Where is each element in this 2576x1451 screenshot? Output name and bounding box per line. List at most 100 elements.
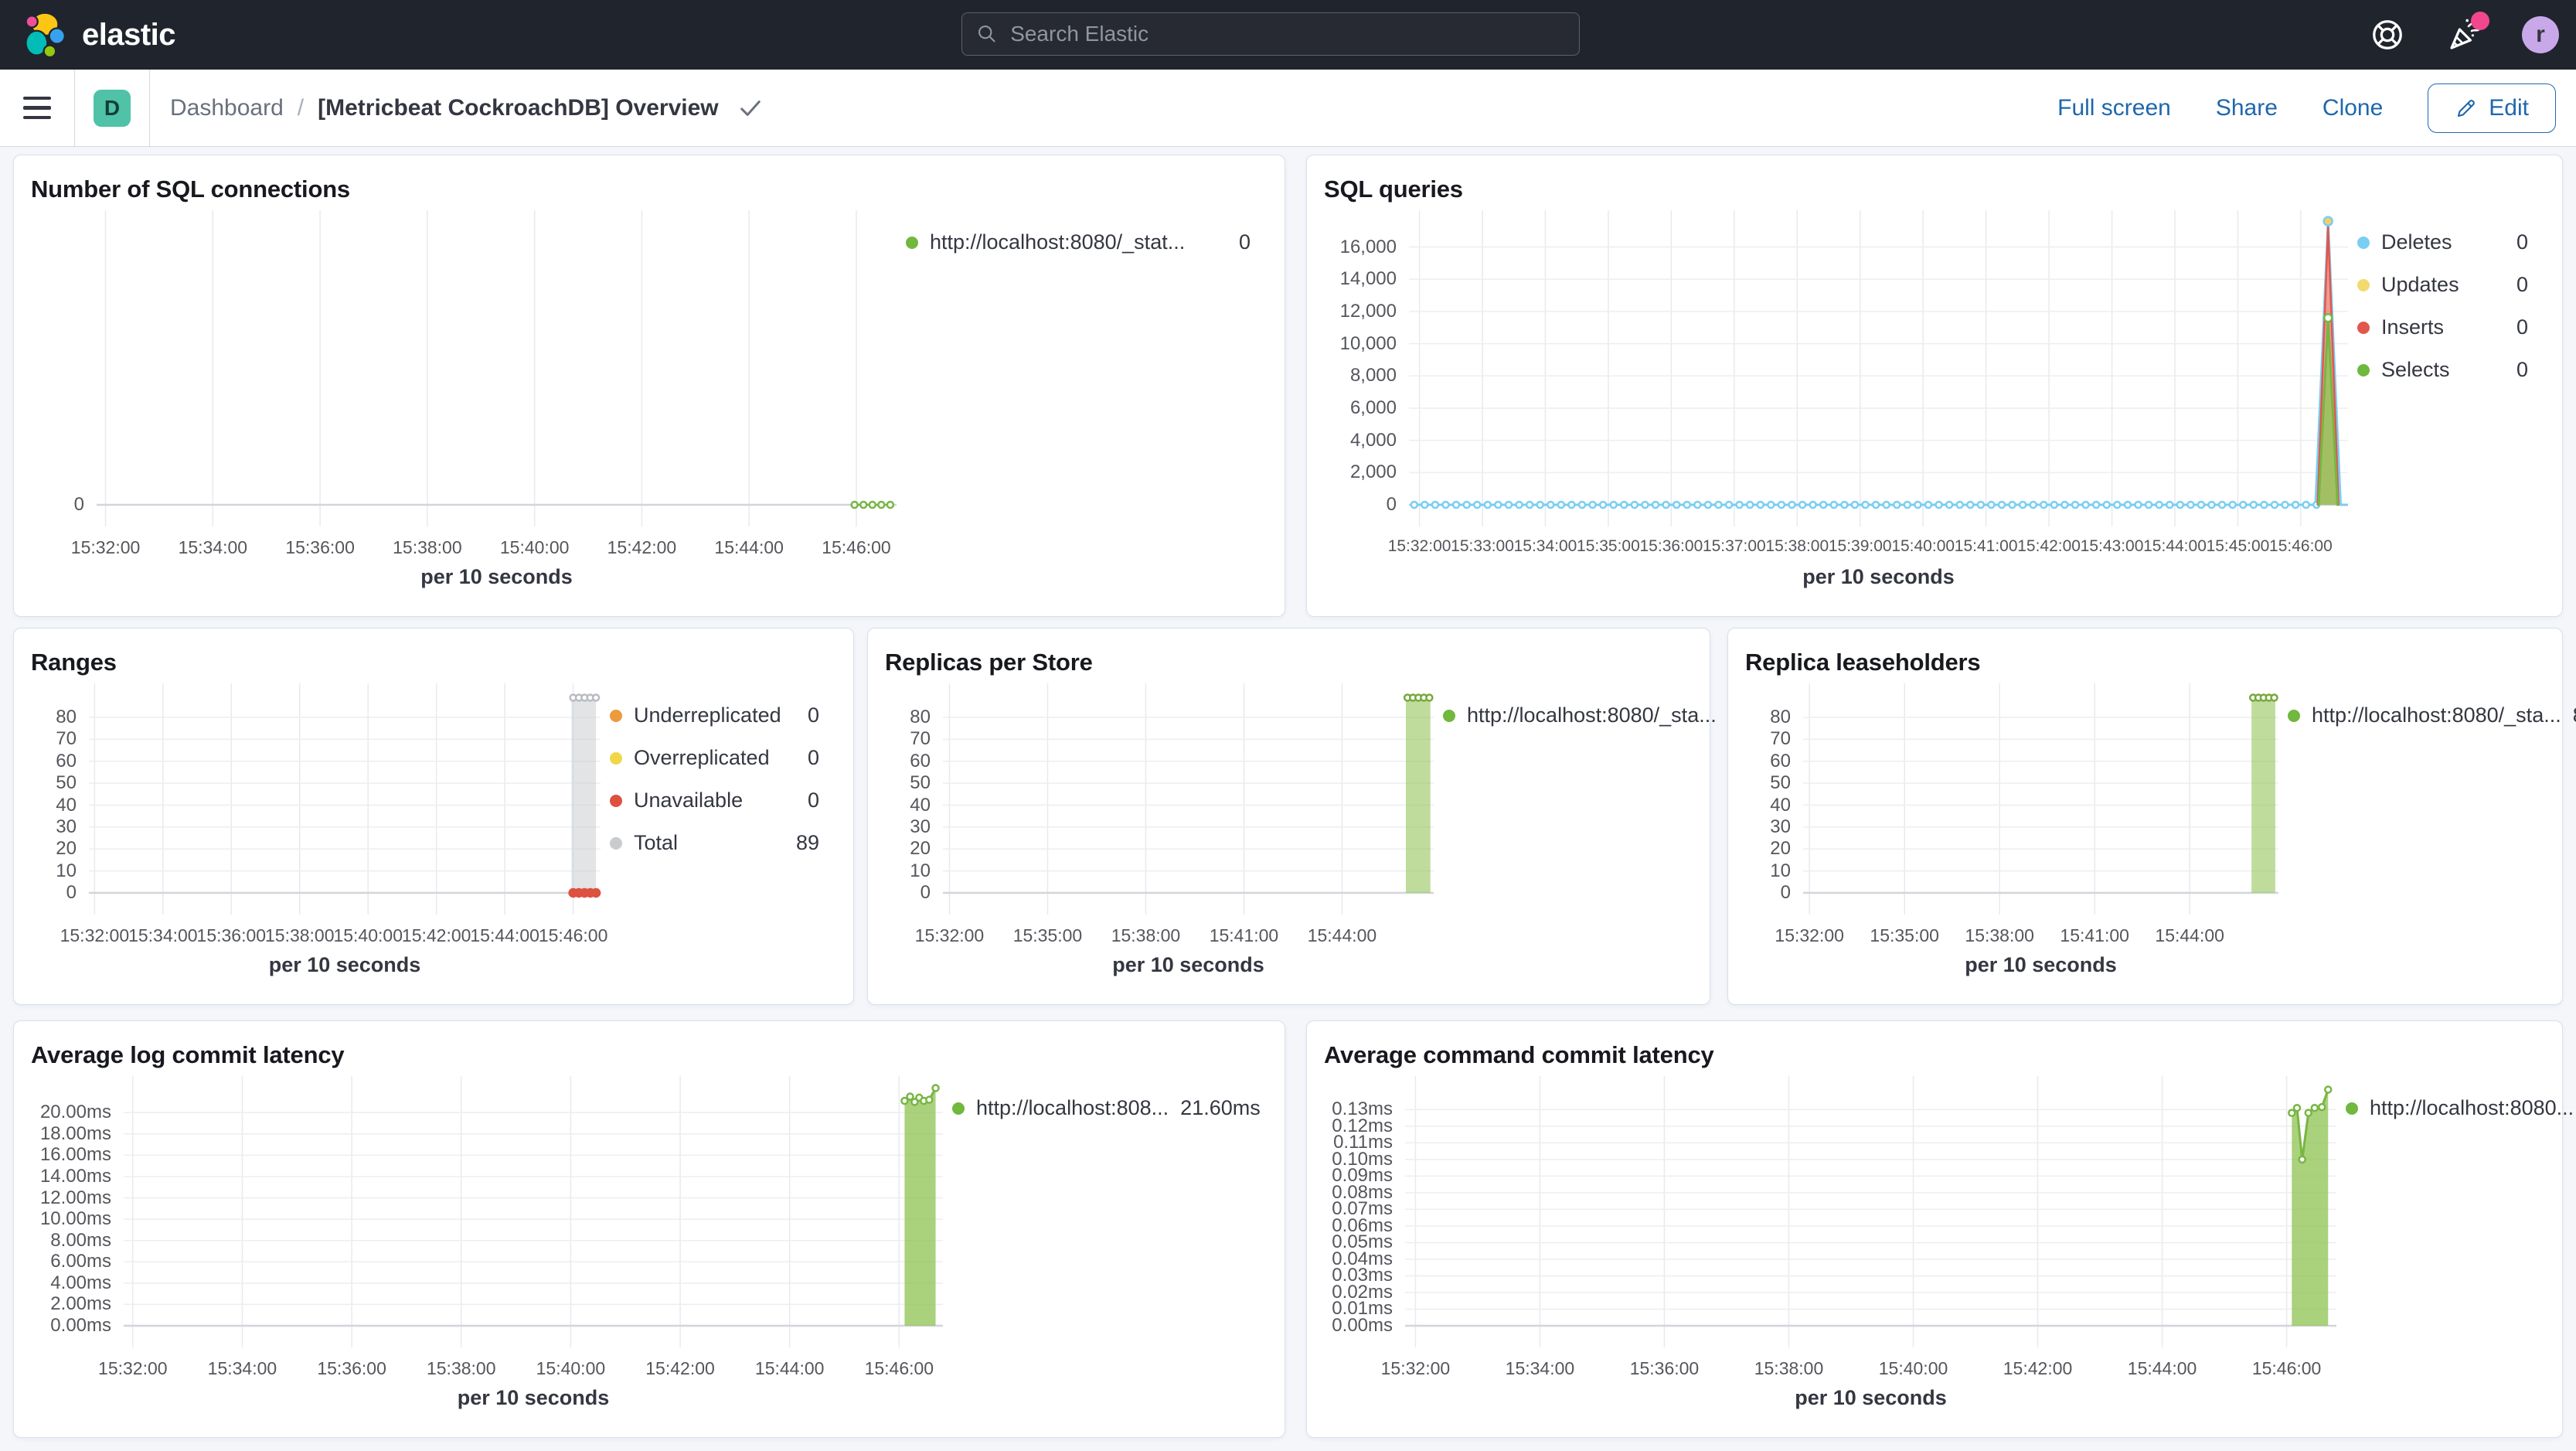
y-tick-label: 6.00ms [50,1251,111,1272]
y-tick-label: 12.00ms [39,1187,111,1208]
plot-area [943,683,1434,915]
y-tick-label: 80 [1770,707,1791,728]
x-tick-label: 15:42:00 [607,537,677,557]
x-axis-title: per 10 seconds [1965,953,2117,976]
breadcrumb-dashboard[interactable]: Dashboard [170,95,284,121]
dashboard-app-badge[interactable]: D [94,89,131,127]
legend-item[interactable]: Total 89 [610,831,829,855]
x-tick-label: 15:34:00 [128,925,198,945]
y-tick-label: 0 [73,494,84,515]
legend-label: Inserts [2381,315,2445,339]
global-search[interactable] [961,12,1580,56]
share-button[interactable]: Share [2216,95,2278,121]
clone-button[interactable]: Clone [2322,95,2383,121]
legend-item[interactable]: http://localhost:8080...0.14ms [2346,1096,2574,1120]
legend-label: Underreplicated [634,703,781,727]
legend-value: 0 [2516,358,2528,381]
x-tick-label: 15:32:00 [1775,925,1844,945]
chart-log-commit-latency: 0.00ms 2.00ms 4.00ms 6.00ms 8.00ms 10.00ms 12.… [31,1076,1268,1422]
elastic-logo[interactable]: elastic [22,11,176,59]
chart-legend: http://localhost:808... 21.60ms [943,1076,1268,1422]
brand-name: elastic [82,17,176,52]
y-tick-label: 10 [1770,860,1791,881]
edit-button[interactable]: Edit [2428,83,2556,133]
x-tick-label: 15:38:00 [1965,925,2034,945]
y-tick-label: 14,000 [1339,268,1397,290]
user-avatar[interactable]: r [2522,16,2559,53]
panel-title: Average log commit latency [31,1041,345,1068]
panel-title: Replicas per Store [885,649,1093,676]
y-tick-label: 70 [1770,728,1791,750]
x-tick-label: 15:44:00 [470,925,539,945]
y-tick-label: 16,000 [1339,236,1397,257]
legend-value: 0 [1238,230,1251,254]
x-tick-label: 15:38:00 [1754,1358,1824,1378]
legend-item[interactable]: Unavailable 0 [610,789,829,812]
legend-item[interactable]: http://localhost:8080/_stat... 0 [906,230,1260,254]
x-tick-label: 15:32:00 [1380,1358,1451,1378]
elastic-logo-icon [25,12,66,59]
search-input[interactable] [1009,21,1565,47]
y-tick-label: 12,000 [1339,300,1397,322]
legend-value: 0 [807,703,819,727]
chart-replica-leaseholders: 0 10 20 30 40 50 60 70 80 15:32:00 15:35:00 15:38:0… [1745,683,2576,989]
whats-new-button[interactable] [2445,12,2489,55]
notification-dot [2471,12,2489,30]
chart-canvas [1803,683,2278,915]
y-tick-label: 10 [56,860,77,881]
y-tick-label: 20 [56,838,77,860]
x-tick-label: 15:38:00 [264,925,335,945]
y-tick-label: 6,000 [1349,397,1397,418]
x-tick-label: 15:34:00 [1505,1358,1575,1378]
y-tick-label: 30 [56,816,77,837]
x-tick-label: 15:40:00 [1891,537,1955,555]
main-menu-button[interactable] [0,70,75,146]
x-axis-title: per 10 seconds [457,1386,610,1409]
legend-item[interactable]: Deletes 0 [2357,230,2537,254]
x-tick-label: 15:32:00 [914,925,985,945]
x-tick-label: 15:36:00 [196,925,267,945]
legend-label: Overreplicated [634,746,770,769]
x-tick-label: 15:40:00 [536,1358,606,1378]
pencil-icon [2458,99,2476,117]
x-tick-label: 15:46:00 [2269,537,2333,555]
y-tick-label: 50 [56,772,77,794]
legend-dot [2357,236,2370,249]
x-tick-label: 15:40:00 [499,537,570,557]
legend-item[interactable]: Inserts 0 [2357,315,2537,339]
legend-item[interactable]: http://localhost:808... 21.60ms [952,1096,1261,1120]
legend-item[interactable]: http://localhost:8080/_sta...89 [2288,703,2576,727]
y-tick-label: 20.00ms [39,1102,111,1123]
y-axis: 0.00ms 2.00ms 4.00ms 6.00ms 8.00ms 10.00ms 12.… [31,1076,124,1347]
legend-item[interactable]: Updates 0 [2357,273,2537,297]
full-screen-button[interactable]: Full screen [2057,95,2171,121]
legend-label: Updates [2381,273,2459,296]
legend-item[interactable]: http://localhost:8080/_sta...89 [1443,703,1751,727]
chart-canvas [1405,1076,2336,1347]
panel-ranges: Ranges 0 10 20 30 40 50 60 70 80 15:32:00 15:34:00… [13,628,854,1005]
help-button[interactable] [2367,15,2408,55]
panel-title: SQL queries [1324,175,1463,203]
y-tick-label: 80 [56,707,77,728]
x-tick-label: 15:36:00 [1639,537,1703,555]
x-tick-label: 15:34:00 [1513,537,1577,555]
y-tick-label: 40 [1770,794,1791,816]
legend-item[interactable]: Underreplicated 0 [610,703,829,727]
breadcrumb: Dashboard / [Metricbeat CockroachDB] Ove… [170,95,762,121]
chart-legend: Deletes 0 Updates 0 Inserts 0 Selects 0 [2348,210,2545,601]
y-tick-label: 8.00ms [50,1229,111,1251]
chart-legend: http://localhost:8080/_sta... 89 [2278,683,2576,989]
x-tick-label: 15:46:00 [538,925,608,945]
legend-item[interactable]: Selects 0 [2357,358,2537,382]
search-icon [978,25,995,43]
chart-canvas [943,683,1434,915]
y-tick-label: 2.00ms [50,1293,111,1315]
legend-value: 21.60ms [1180,1096,1261,1119]
x-axis: 15:32:00 15:35:00 15:38:00 15:41:00 15:44:00 [885,915,1434,953]
chart-sql-queries: 0 2,000 4,000 6,000 8,000 10,000 12,000 14,000 1… [1324,210,2545,601]
check-icon[interactable] [739,97,762,120]
x-tick-label: 15:45:00 [2206,537,2270,555]
x-tick-label: 15:34:00 [207,1358,277,1378]
legend-item[interactable]: Overreplicated 0 [610,746,829,770]
x-tick-label: 15:40:00 [333,925,403,945]
